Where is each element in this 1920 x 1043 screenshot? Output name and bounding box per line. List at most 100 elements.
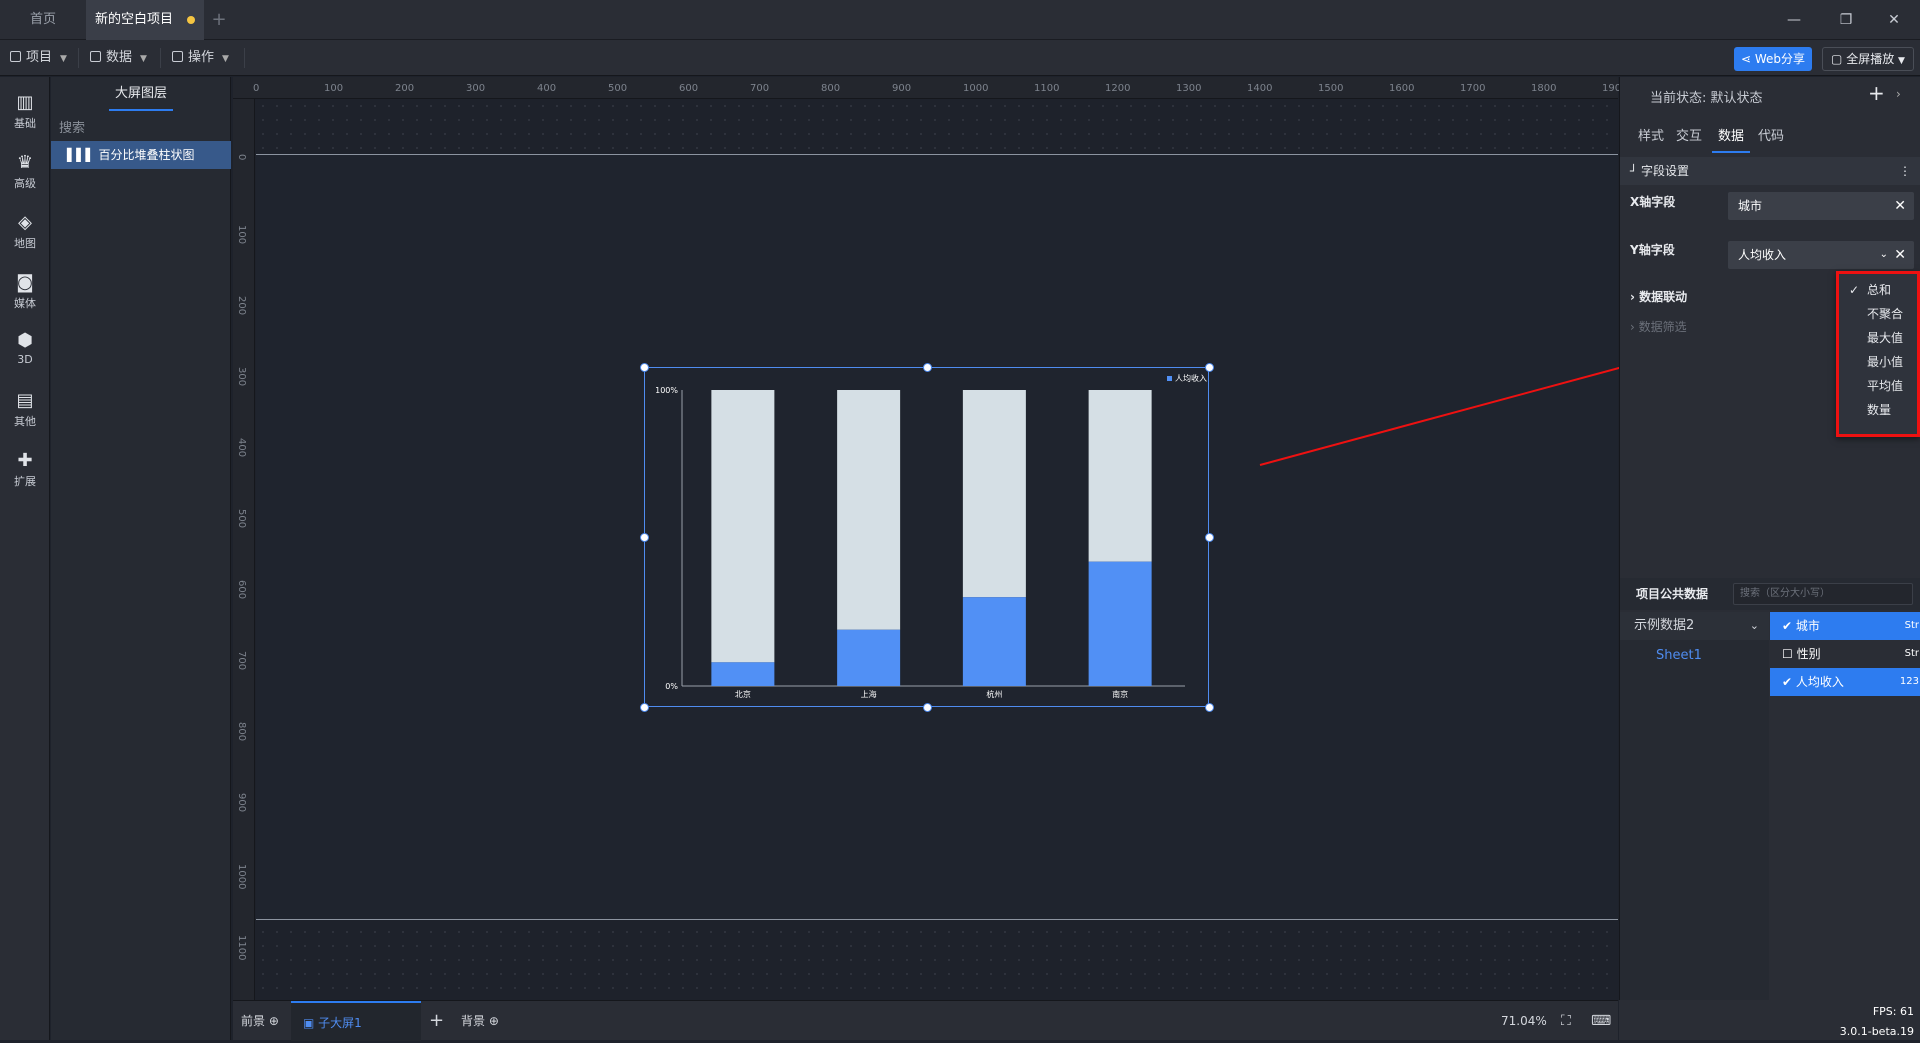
rail-basic-label: 基础 [14, 117, 36, 130]
agg-option-count[interactable]: 数量 [1839, 398, 1917, 422]
public-data-search-input[interactable]: 搜索（区分大小写） [1733, 583, 1913, 605]
column-type: Str [1904, 648, 1919, 659]
add-circle-icon: ⊕ [485, 1014, 499, 1028]
chevron-down-icon[interactable]: ⌄ [1880, 241, 1888, 269]
minimize-button[interactable]: — [1768, 0, 1820, 40]
rail-basic[interactable]: ▥ 基础 [0, 85, 50, 141]
web-share-button[interactable]: ⋖ Web分享 [1734, 47, 1812, 71]
bar-remainder [962, 390, 1026, 598]
resize-handle[interactable] [1205, 703, 1214, 712]
column-item-income[interactable]: ✔ 人均收入 123 [1770, 668, 1920, 696]
tab-style[interactable]: 样式 [1638, 125, 1664, 144]
ruler-tick-label: 400 [236, 438, 247, 458]
close-button[interactable]: ✕ [1868, 0, 1920, 40]
zoom-level[interactable]: 71.04% [1501, 1001, 1547, 1041]
new-tab-button[interactable]: + [206, 0, 232, 40]
column-name: 城市 [1795, 619, 1820, 633]
layer-search-input[interactable]: 搜索 [59, 117, 85, 136]
operate-menu[interactable]: 操作 ▼ [162, 40, 244, 76]
rail-3d[interactable]: ⬢ 3D [0, 323, 50, 379]
sheet-item[interactable]: Sheet1 [1656, 648, 1702, 663]
rail-advanced[interactable]: ♛ 高级 [0, 145, 50, 201]
state-label: 当前状态: [1650, 91, 1707, 106]
tab-project-label: 新的空白项目 [94, 12, 173, 27]
fit-screen-icon[interactable]: ⛶ [1561, 1001, 1571, 1041]
ruler-tick-label: 1100 [236, 935, 247, 961]
agg-option-none[interactable]: 不聚合 [1839, 302, 1917, 326]
tab-home-label: 首页 [29, 12, 56, 27]
layer-item-percent-bar[interactable]: ▌▌▌ 百分比堆叠柱状图 [51, 141, 231, 169]
add-screen-button[interactable]: + [429, 1001, 444, 1041]
agg-option-avg[interactable]: 平均值 [1839, 374, 1917, 398]
column-item-gender[interactable]: ☐ 性别 Str [1770, 640, 1920, 668]
agg-option-min[interactable]: 最小值 [1839, 350, 1917, 374]
keyboard-icon[interactable]: ⌨ [1591, 1001, 1611, 1041]
resize-handle[interactable] [640, 703, 649, 712]
y-tick-label: 0% [665, 682, 678, 691]
agg-option-sum[interactable]: ✓ 总和 [1839, 278, 1917, 302]
collapse-icon: ┘ [1630, 164, 1642, 178]
project-menu[interactable]: 项目 ▼ [0, 40, 76, 76]
agg-option-max[interactable]: 最大值 [1839, 326, 1917, 350]
resize-handle[interactable] [640, 363, 649, 372]
clear-icon[interactable]: ✕ [1894, 241, 1906, 269]
y-field-value: 人均收入 [1738, 248, 1787, 262]
field-settings-header[interactable]: ┘ 字段设置 ⋮ [1620, 157, 1920, 185]
legend-label: 人均收入 [1175, 373, 1207, 383]
add-state-button[interactable]: + [1868, 81, 1885, 105]
bar-chart-icon: ▥ [16, 92, 34, 113]
foreground-tab[interactable]: 前景 ⊕ [241, 1001, 279, 1041]
resize-handle[interactable] [922, 703, 932, 712]
chevron-down-icon: ▼ [140, 54, 147, 64]
ruler-tick-label: 1100 [1034, 83, 1060, 94]
resize-handle[interactable] [922, 363, 932, 372]
background-tab[interactable]: 背景 ⊕ [461, 1001, 499, 1041]
restore-button[interactable]: ❐ [1820, 0, 1872, 40]
rail-media-label: 媒体 [14, 297, 36, 310]
chevron-down-icon: ▼ [222, 54, 229, 64]
x-field-select[interactable]: 城市 ✕ [1728, 192, 1914, 220]
rail-other[interactable]: ▤ 其他 [0, 383, 50, 439]
tab-interaction[interactable]: 交互 [1676, 125, 1702, 144]
bar-value [962, 597, 1026, 686]
dataset-label: 示例数据2 [1634, 618, 1695, 633]
ruler-tick-label: 600 [236, 580, 247, 600]
toolbar-divider [244, 48, 245, 68]
tab-code[interactable]: 代码 [1758, 125, 1784, 144]
fullscreen-play-button[interactable]: ▢ 全屏播放 ▼ [1822, 47, 1914, 71]
column-name: 人均收入 [1795, 675, 1844, 689]
y-field-label: Y轴字段 [1630, 243, 1675, 257]
clear-icon[interactable]: ✕ [1894, 192, 1906, 220]
bar-remainder [1088, 390, 1152, 562]
bar-chart-icon: ▌▌▌ [67, 148, 99, 162]
resize-handle[interactable] [1205, 533, 1214, 542]
component-rail: ▥ 基础 ♛ 高级 ◈ 地图 ◙ 媒体 ⬢ 3D ▤ 其他 ✚ 扩展 [0, 77, 50, 1040]
chevron-right-icon[interactable]: › [1896, 87, 1901, 101]
layers-panel: 大屏图层 搜索 ▌▌▌ 百分比堆叠柱状图 [51, 77, 231, 1040]
checkbox-icon: ☐ [1782, 647, 1797, 661]
tab-data[interactable]: 数据 [1718, 125, 1744, 144]
resize-handle[interactable] [1205, 363, 1214, 372]
layers-panel-title[interactable]: 大屏图层 [51, 77, 231, 111]
dataset-select[interactable]: 示例数据2 ⌄ [1620, 612, 1769, 640]
rail-map-label: 地图 [14, 237, 36, 250]
column-type: Str [1904, 620, 1919, 631]
more-icon[interactable]: ⋮ [1899, 157, 1911, 185]
chart-component[interactable]: 100% 0% 北京 上海 杭州 南京 人均收入 [640, 363, 1214, 712]
web-share-label: Web分享 [1754, 52, 1806, 66]
tab-project[interactable]: 新的空白项目 [86, 0, 204, 40]
data-menu[interactable]: 数据 ▼ [80, 40, 162, 76]
y-field-select[interactable]: 人均收入 ⌄ ✕ [1728, 241, 1914, 269]
rail-media[interactable]: ◙ 媒体 [0, 265, 50, 321]
ruler-tick-label: 400 [537, 83, 557, 94]
ruler-tick-label: 800 [821, 83, 841, 94]
rail-map[interactable]: ◈ 地图 [0, 205, 50, 261]
column-type: 123 [1899, 676, 1919, 687]
tab-home[interactable]: 首页 [0, 0, 86, 40]
resize-handle[interactable] [640, 533, 649, 542]
sub-screen-tab[interactable]: ▣ 子大屏1 [291, 1001, 421, 1041]
y-tick-label: 100% [655, 386, 678, 395]
ruler-tick-label: 300 [466, 83, 486, 94]
column-item-city[interactable]: ✔ 城市 Str [1770, 612, 1920, 640]
rail-extend[interactable]: ✚ 扩展 [0, 443, 50, 499]
